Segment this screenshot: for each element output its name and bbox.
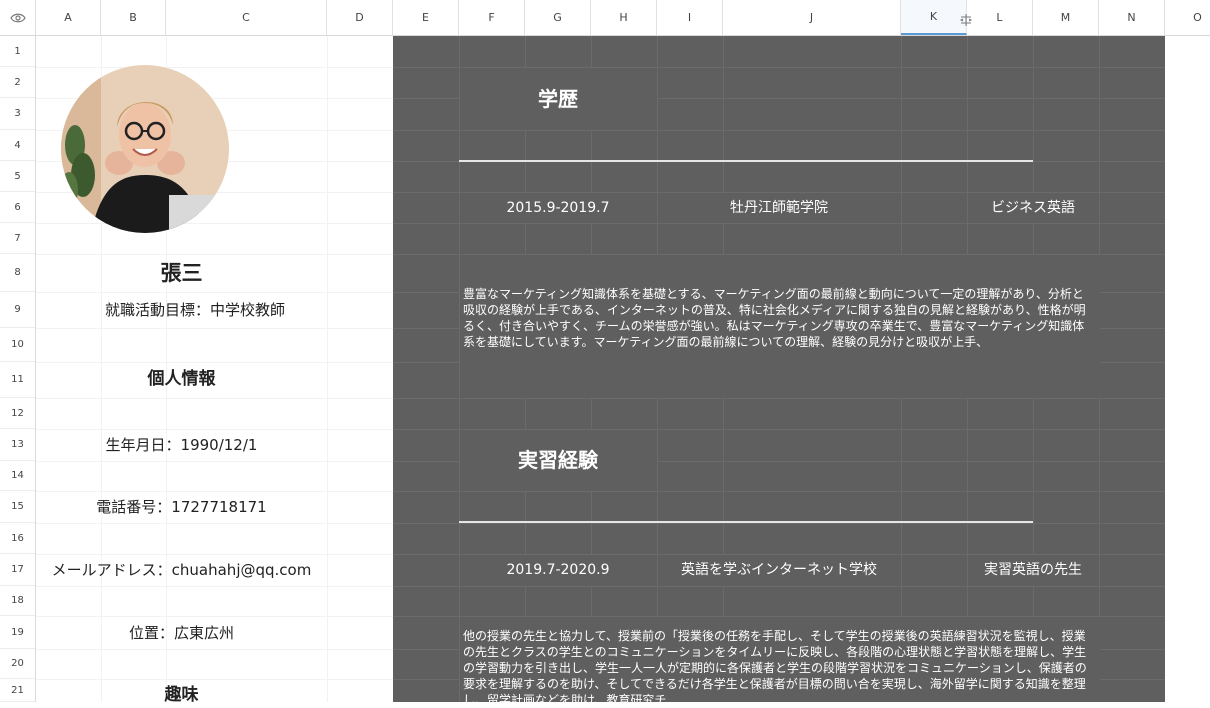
internship-company: 英語を学ぶインターネット学校 (681, 562, 877, 578)
column-header-f[interactable]: F (459, 0, 525, 35)
column-header-c[interactable]: C (166, 0, 327, 35)
column-header-k[interactable]: K (901, 0, 967, 35)
row-header[interactable]: 20 (0, 649, 35, 679)
row-header[interactable]: 10 (0, 328, 35, 362)
column-header-l[interactable]: L (967, 0, 1033, 35)
row-header[interactable]: 17 (0, 554, 35, 586)
row-header[interactable]: 3 (0, 98, 35, 130)
column-header-m[interactable]: M (1033, 0, 1099, 35)
row-header[interactable]: 15 (0, 491, 35, 523)
column-header-bar: A B C D E F G H I J K L M N O (0, 0, 1210, 36)
row-header[interactable]: 18 (0, 586, 35, 616)
row-header[interactable]: 12 (0, 398, 35, 429)
internship-divider (459, 521, 1033, 523)
profile-name: 張三 (160, 261, 203, 285)
internship-heading: 実習経験 (518, 448, 598, 472)
column-header-n[interactable]: N (1099, 0, 1165, 35)
education-major: ビジネス英語 (991, 200, 1075, 216)
row-header[interactable]: 7 (0, 223, 35, 254)
column-header-e[interactable]: E (393, 0, 459, 35)
column-resize-handle-icon[interactable] (959, 12, 973, 26)
row-header[interactable]: 11 (0, 362, 35, 398)
internship-period: 2019.7-2020.9 (506, 562, 610, 578)
row-header[interactable]: 5 (0, 161, 35, 192)
column-header-b[interactable]: B (101, 0, 166, 35)
resume-detail-panel: 学歴 2015.9-2019.7 牡丹江師範学院 ビジネス英語 豊富なマーケティ… (393, 36, 1165, 702)
row-header[interactable]: 9 (0, 292, 35, 328)
phone-text: 電話番号：1727718171 (96, 498, 267, 516)
internship-description: 他の授業の先生と協力して、授業前の「授業後の任務を手配し、そして学生の授業後の英… (463, 629, 1087, 702)
avatar-photo (61, 65, 229, 233)
row-header[interactable]: 4 (0, 130, 35, 161)
row-header[interactable]: 14 (0, 461, 35, 491)
profile-panel: 張三 就職活動目標：中学校教師 個人情報 生年月日：1990/12/1 電話番号… (36, 36, 393, 705)
row-header[interactable]: 6 (0, 192, 35, 223)
column-header-h[interactable]: H (591, 0, 657, 35)
row-header[interactable]: 2 (0, 67, 35, 98)
row-header[interactable]: 21 (0, 679, 35, 702)
column-header-a[interactable]: A (36, 0, 101, 35)
education-divider (459, 160, 1033, 162)
education-school: 牡丹江師範学院 (730, 200, 828, 216)
internship-role: 実習英語の先生 (984, 562, 1082, 578)
column-header-i[interactable]: I (657, 0, 723, 35)
column-header-d[interactable]: D (327, 0, 393, 35)
education-period: 2015.9-2019.7 (506, 200, 610, 216)
visibility-eye-icon[interactable] (0, 0, 36, 35)
job-objective: 就職活動目標：中学校教師 (104, 301, 285, 319)
row-header[interactable]: 19 (0, 616, 35, 649)
column-header-j[interactable]: J (723, 0, 901, 35)
row-header[interactable]: 16 (0, 523, 35, 554)
personal-info-heading: 個人情報 (147, 369, 216, 389)
column-header-g[interactable]: G (525, 0, 591, 35)
row-header[interactable]: 8 (0, 254, 35, 292)
empty-column-area[interactable] (1165, 36, 1210, 702)
hobbies-heading: 趣味 (164, 685, 199, 705)
row-header[interactable]: 13 (0, 429, 35, 461)
education-heading: 学歴 (538, 87, 578, 111)
location-text: 位置：広東広州 (128, 624, 234, 642)
row-header-bar: 1 2 3 4 5 6 7 8 9 10 11 12 13 14 15 16 1… (0, 36, 36, 702)
column-header-o[interactable]: O (1165, 0, 1210, 35)
email-text: メールアドレス：chuahahj@qq.com (51, 561, 312, 579)
row-header[interactable]: 1 (0, 36, 35, 67)
birthday-text: 生年月日：1990/12/1 (105, 436, 258, 454)
education-description: 豊富なマーケティング知識体系を基礎とする、マーケティング面の最前線と動向について… (463, 287, 1086, 349)
